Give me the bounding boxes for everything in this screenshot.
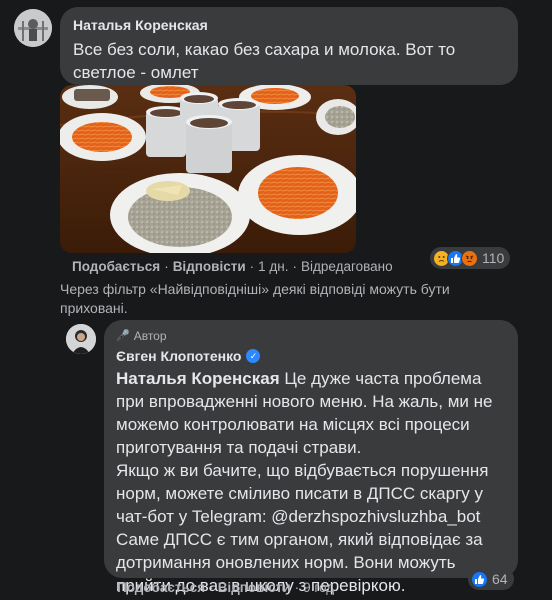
like-icon	[471, 570, 488, 588]
filter-notice: Через фільтр «Найвідповідніші» деякі від…	[60, 281, 450, 316]
microphone-icon: 🎤	[116, 330, 130, 342]
reaction-count: 64	[492, 571, 508, 587]
reply-action[interactable]: Відповісти	[218, 580, 291, 595]
reply-reaction-summary[interactable]: 64	[468, 568, 514, 590]
reply-timestamp[interactable]: 9 год	[303, 580, 334, 595]
author-badge: 🎤 Автор	[116, 328, 506, 344]
comment-actions: Подобається · Відповісти · 1 дн. · Відре…	[72, 259, 393, 274]
separator-dot: ·	[209, 580, 214, 595]
verified-badge-icon: ✓	[246, 349, 261, 363]
like-action[interactable]: Подобається	[117, 580, 205, 595]
reply-author-avatar[interactable]	[66, 324, 96, 354]
commenter-avatar[interactable]	[14, 9, 52, 47]
reaction-count: 110	[482, 250, 505, 266]
reply-action[interactable]: Відповісти	[173, 259, 246, 274]
edited-label[interactable]: Відредаговано	[301, 259, 393, 274]
comment-bubble: Наталья Коренская Все без соли, какао бе…	[60, 7, 518, 85]
mention-link[interactable]: Наталья Коренская	[116, 369, 280, 388]
like-action[interactable]: Подобається	[72, 259, 160, 274]
reply-text: Наталья Коренская Це дуже часта проблема…	[116, 367, 506, 597]
separator-dot: ·	[249, 259, 255, 274]
reply-actions: Подобається · Відповісти · 9 год	[117, 580, 334, 595]
reply-body: Це дуже часта проблема при впровадженні …	[116, 369, 493, 595]
comment-text: Все без соли, какао без сахара и молока.…	[73, 40, 456, 82]
comment-author-name[interactable]: Наталья Коренская	[73, 16, 505, 34]
comment-photo[interactable]	[60, 85, 356, 253]
separator-dot: ·	[164, 259, 169, 274]
reply-bubble: 🎤 Автор Євген Клопотенко ✓ Наталья Корен…	[104, 320, 518, 595]
separator-dot: ·	[294, 580, 300, 595]
author-badge-label: Автор	[133, 329, 167, 343]
separator-dot: ·	[292, 259, 297, 274]
comment-timestamp[interactable]: 1 дн.	[258, 259, 288, 274]
reaction-summary[interactable]: 110	[430, 247, 511, 269]
reply-author-row: Євген Клопотенко ✓	[116, 347, 506, 365]
reply-author-name[interactable]: Євген Клопотенко	[116, 347, 241, 365]
angry-icon	[461, 249, 478, 267]
